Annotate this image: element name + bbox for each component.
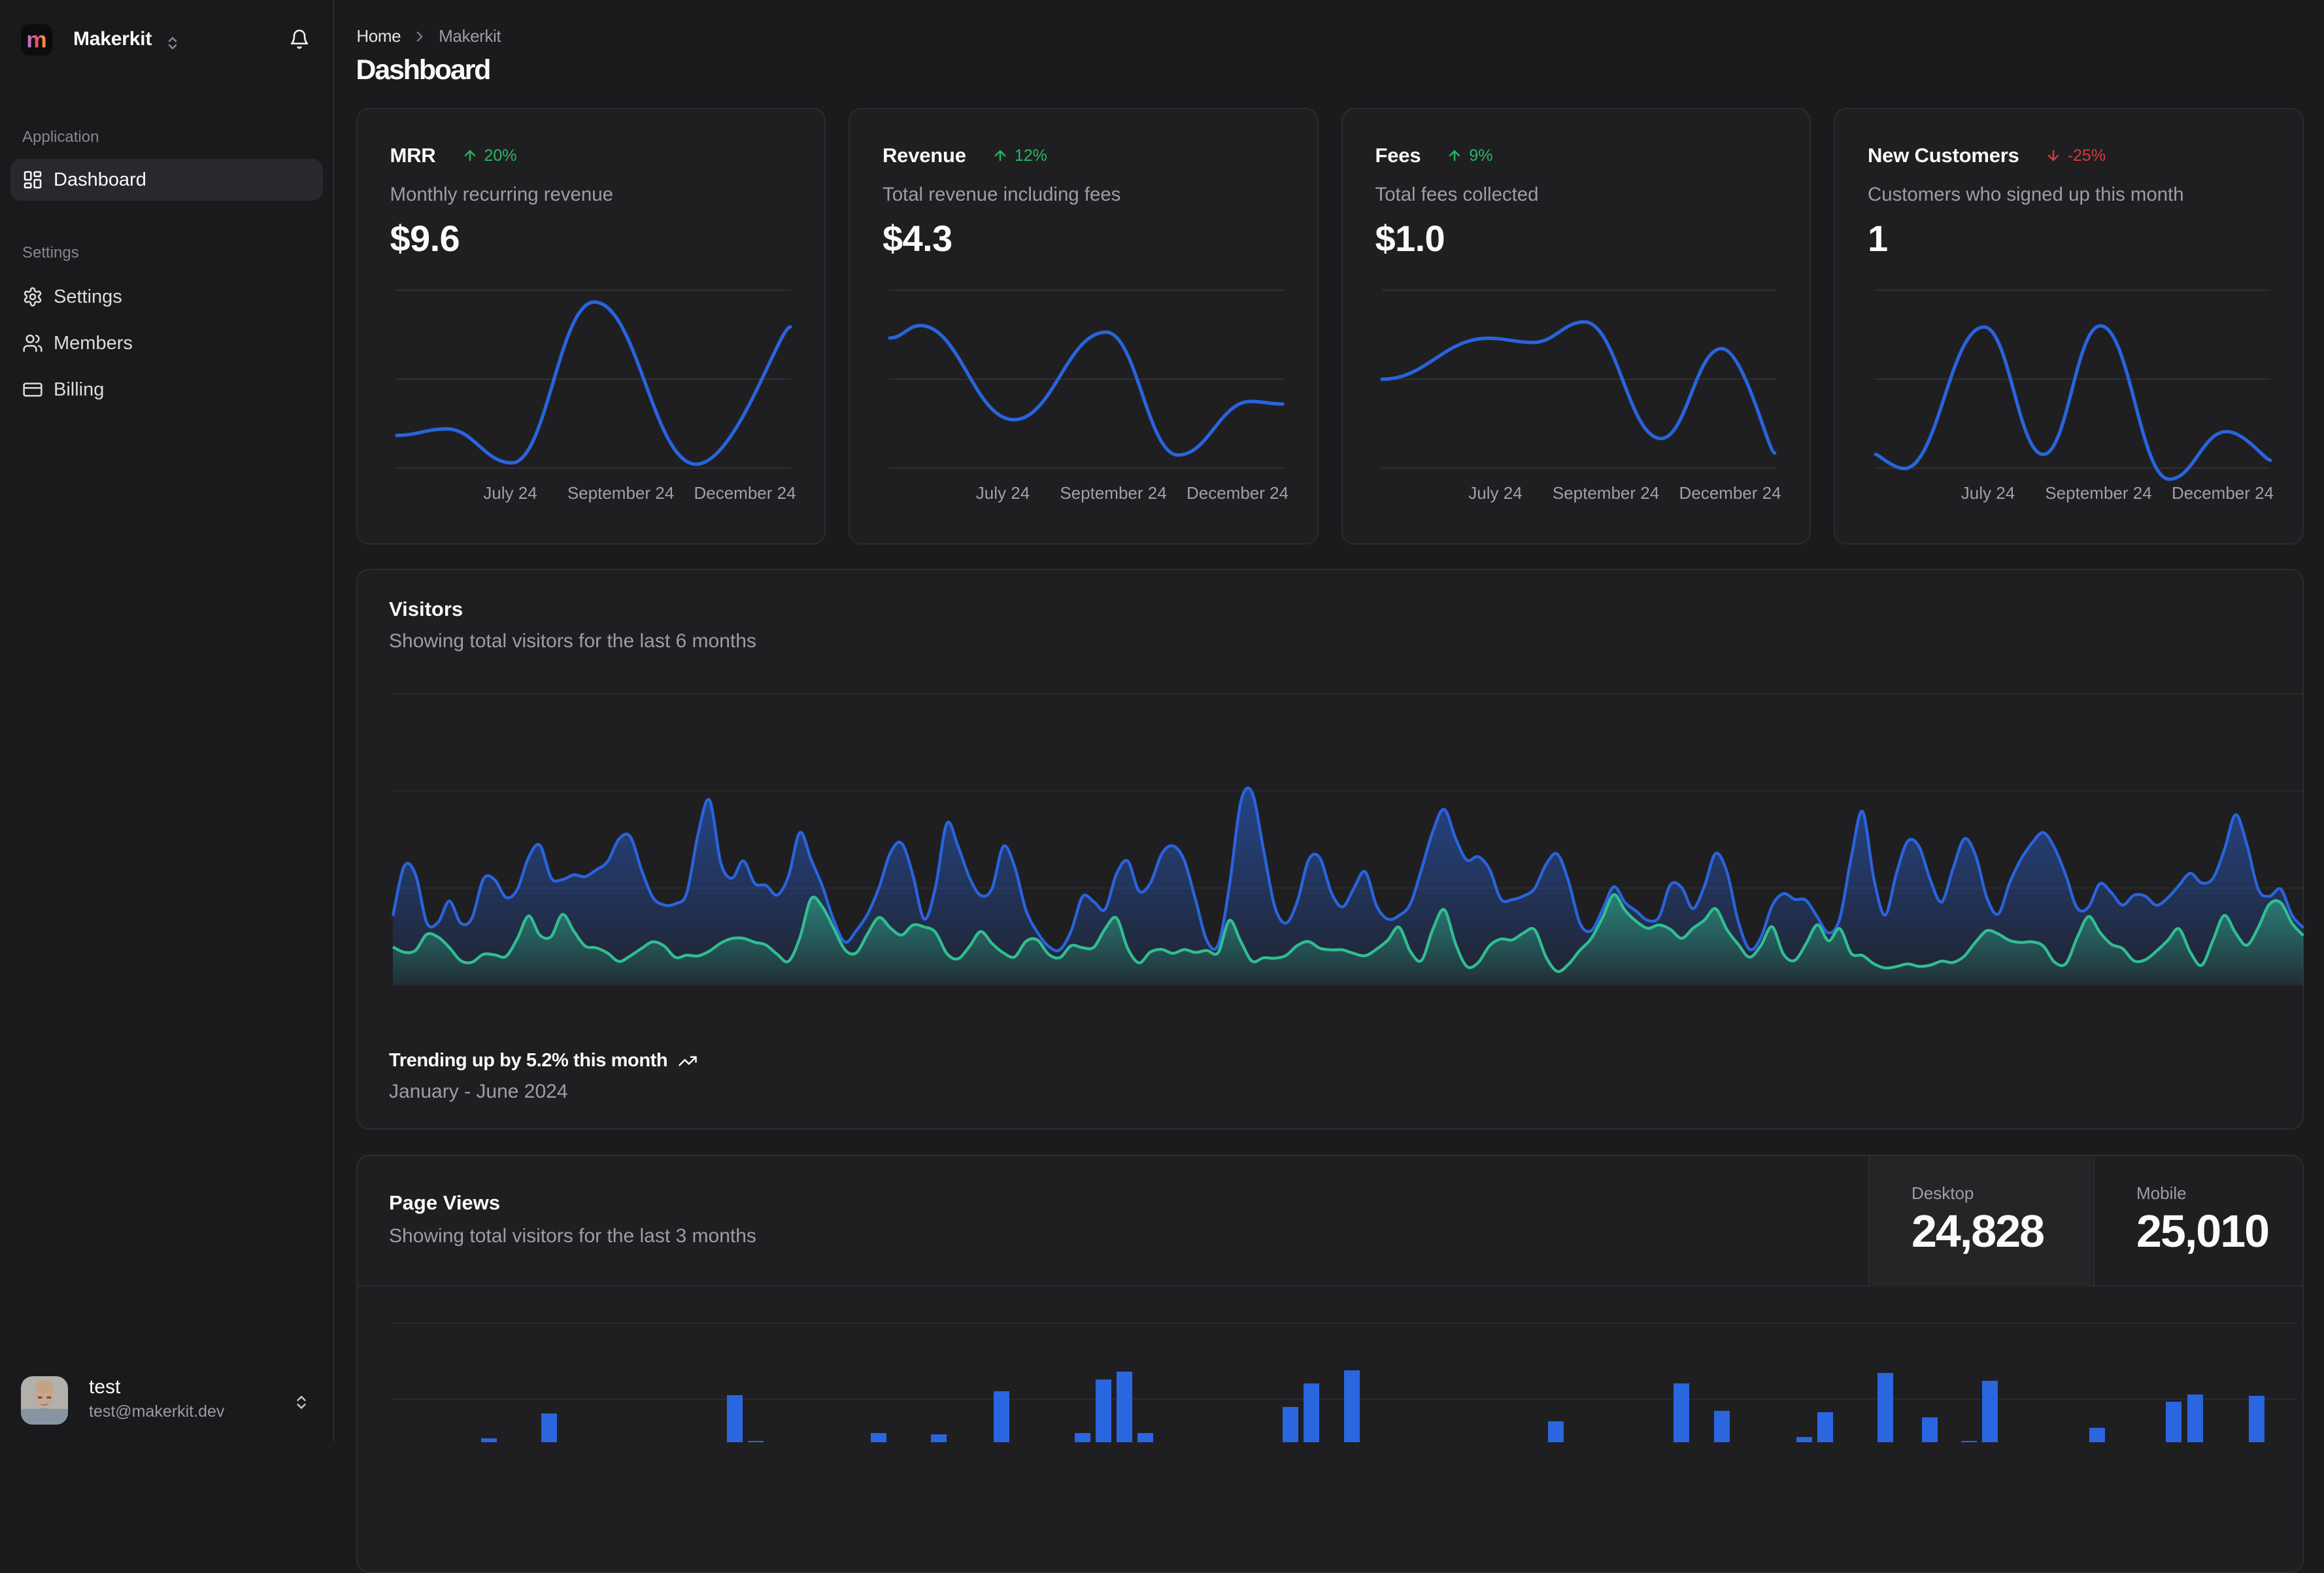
svg-text:m: m (26, 29, 46, 51)
